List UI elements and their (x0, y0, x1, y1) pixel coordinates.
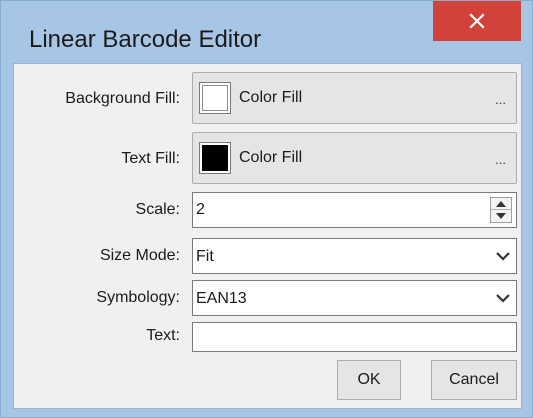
background-fill-text: Color Fill (239, 89, 303, 106)
scale-input[interactable] (193, 193, 478, 227)
text-fill-ellipsis: ... (495, 152, 506, 167)
chevron-down-icon (496, 252, 510, 261)
close-icon (469, 13, 485, 29)
background-fill-button[interactable]: Color Fill ... (192, 72, 517, 124)
size-mode-label: Size Mode: (99, 247, 180, 264)
text-fill-text: Color Fill (239, 149, 303, 166)
scale-spinner[interactable] (490, 197, 512, 223)
ok-button[interactable]: OK (337, 360, 401, 400)
text-input[interactable] (193, 323, 516, 351)
background-fill-ellipsis: ... (495, 92, 506, 107)
symbology-label: Symbology: (96, 289, 180, 306)
text-label: Text: (146, 327, 180, 344)
spin-down-button[interactable] (491, 210, 511, 222)
arrow-down-icon (496, 213, 506, 219)
background-swatch-color (202, 85, 228, 111)
text-fill-label: Text Fill: (121, 150, 180, 167)
dialog-content: Background Fill: Color Fill ... Text Fil… (13, 63, 522, 409)
text-fill-swatch (199, 142, 231, 174)
scale-stepper[interactable] (192, 192, 517, 228)
symbology-select[interactable]: EAN13 (192, 280, 517, 316)
symbology-value: EAN13 (196, 290, 247, 307)
arrow-up-icon (496, 200, 506, 207)
text-field[interactable] (192, 322, 517, 352)
title-bar[interactable]: Linear Barcode Editor (1, 1, 532, 63)
spin-up-button[interactable] (491, 198, 511, 210)
dialog-window: Linear Barcode Editor Background Fill: C… (0, 0, 533, 418)
background-fill-label: Background Fill: (65, 90, 180, 107)
cancel-button[interactable]: Cancel (431, 360, 517, 400)
chevron-down-icon (496, 294, 510, 303)
size-mode-value: Fit (196, 248, 214, 265)
scale-label: Scale: (135, 201, 180, 218)
size-mode-select[interactable]: Fit (192, 238, 517, 274)
window-title: Linear Barcode Editor (29, 26, 262, 53)
background-swatch (199, 82, 231, 114)
text-fill-swatch-color (202, 145, 228, 171)
close-button[interactable] (433, 1, 521, 41)
text-fill-button[interactable]: Color Fill ... (192, 132, 517, 184)
